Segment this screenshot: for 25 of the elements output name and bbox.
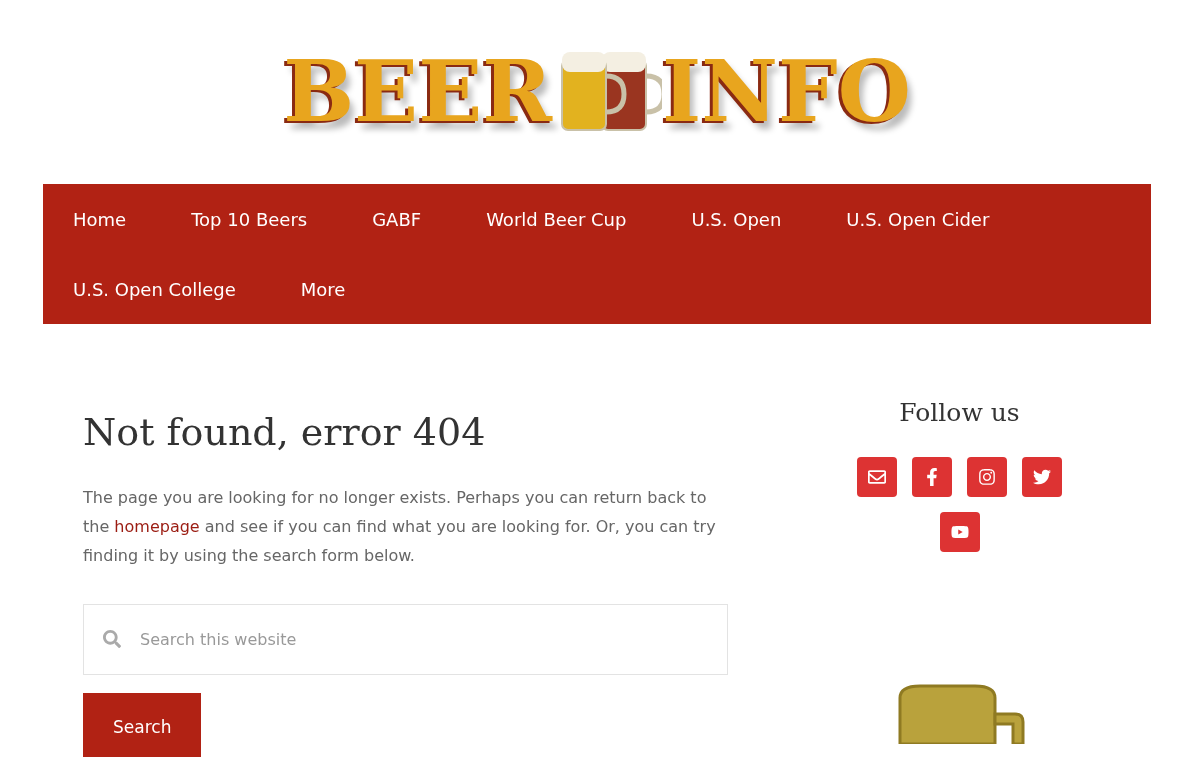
nav-link[interactable]: More bbox=[300, 254, 346, 324]
social-link[interactable] bbox=[939, 511, 980, 552]
search-icon bbox=[103, 630, 121, 648]
nav-link[interactable]: U.S. Open Cider bbox=[846, 184, 990, 254]
social-link[interactable] bbox=[1022, 456, 1062, 497]
homepage-link[interactable]: homepage bbox=[114, 517, 200, 536]
nav-link[interactable]: U.S. Open College bbox=[73, 254, 236, 324]
twitter-icon bbox=[1033, 467, 1051, 486]
sidebar-title: Follow us bbox=[899, 397, 1020, 429]
logo-text: BEER bbox=[283, 50, 552, 134]
social-link[interactable] bbox=[912, 456, 952, 497]
nav-link[interactable]: Home bbox=[73, 184, 127, 254]
nav-link[interactable]: U.S. Open bbox=[691, 184, 782, 254]
envelope-icon bbox=[868, 467, 886, 486]
search-field[interactable]: Search this website bbox=[83, 604, 728, 675]
nav-link[interactable]: World Beer Cup bbox=[486, 184, 627, 254]
search-button[interactable]: Search bbox=[83, 693, 202, 757]
social-link[interactable] bbox=[857, 456, 897, 497]
nav-link[interactable]: GABF bbox=[372, 184, 422, 254]
logo-text: INFO bbox=[662, 50, 911, 134]
nav-link[interactable]: Top 10 Beers bbox=[191, 184, 308, 254]
error-message: The page you are looking for no longer exists. Perhaps you can return back to the homepage and see if you can find what you are looking for. Or, you can try finding it by using the search form below. bbox=[83, 487, 717, 567]
social-link[interactable] bbox=[967, 456, 1007, 497]
page-title: Not found, error 404 bbox=[83, 409, 487, 456]
instagram-icon bbox=[978, 467, 996, 486]
